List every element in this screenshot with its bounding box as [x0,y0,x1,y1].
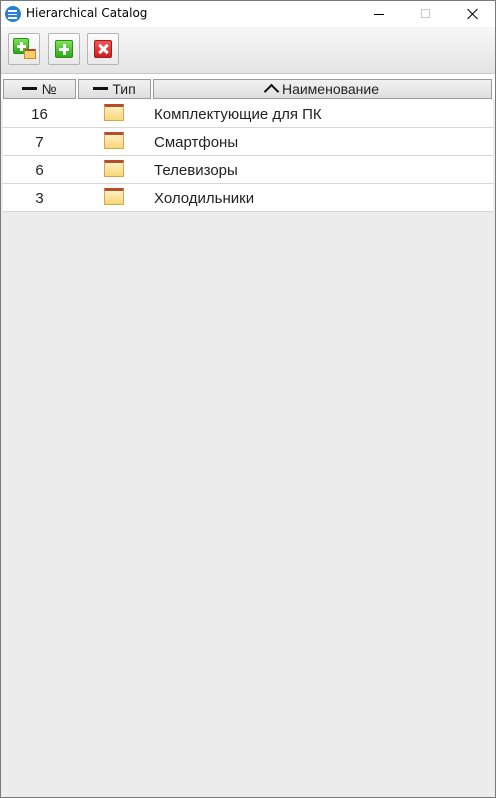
row-number: 3 [35,190,44,207]
column-header-number[interactable]: № [3,79,76,99]
maximize-button[interactable] [403,1,449,27]
row-name: Смартфоны [154,134,239,151]
minimize-icon [374,14,384,15]
delete-button[interactable] [87,33,119,65]
list-icon [5,6,21,22]
column-header-name[interactable]: Наименование [153,79,492,100]
title-bar[interactable]: Hierarchical Catalog [1,1,495,27]
sort-ascending-icon [263,83,280,100]
folder-icon [104,132,124,149]
add-icon [55,40,73,58]
folder-icon [104,188,124,205]
row-name: Холодильники [154,190,255,207]
grid-rows: 16 Комплектующие для ПК 7 Смартфоны 6 Те… [3,100,493,212]
folder-icon [104,104,124,121]
toolbar [1,27,495,74]
folder-icon [104,160,124,177]
catalog-grid: № Тип Наименование 16 Комплектующие для … [1,78,495,797]
row-number: 16 [31,106,48,123]
close-button[interactable] [449,1,495,27]
row-number: 7 [35,134,44,151]
delete-icon [94,40,112,58]
table-row[interactable]: 3 Холодильники [3,184,493,212]
column-header-label: Наименование [281,81,380,97]
table-row[interactable]: 6 Телевизоры [3,156,493,184]
close-icon [466,8,478,20]
minimize-button[interactable] [357,1,403,27]
sort-none-icon [22,86,38,90]
add-item-button[interactable] [48,33,80,65]
app-window: Hierarchical Catalog № Тип Наименование … [0,0,496,798]
window-title: Hierarchical Catalog [26,6,148,20]
folder-icon [24,49,36,59]
row-number: 6 [35,162,44,179]
row-name: Телевизоры [154,162,238,179]
table-row[interactable]: 16 Комплектующие для ПК [3,100,493,128]
column-header-type[interactable]: Тип [78,79,151,99]
grid-header: № Тип Наименование [1,78,495,100]
row-name: Комплектующие для ПК [154,106,322,123]
table-row[interactable]: 7 Смартфоны [3,128,493,156]
maximize-icon [421,9,430,18]
column-header-label: № [41,81,57,97]
column-header-label: Тип [112,81,136,97]
sort-none-icon [93,86,109,90]
add-folder-button[interactable] [8,33,40,65]
